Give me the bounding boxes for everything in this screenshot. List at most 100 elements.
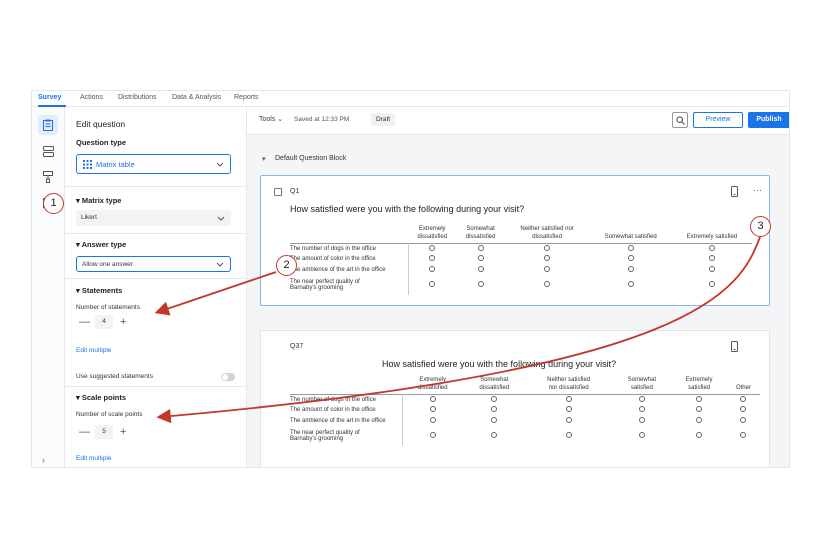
question-type-select[interactable]: Matrix table <box>76 154 231 174</box>
tab-reports[interactable]: Reports <box>234 94 259 101</box>
radio-button[interactable] <box>491 432 498 438</box>
radio-button[interactable] <box>429 245 436 251</box>
question-text[interactable]: How satisfied were you with the followin… <box>382 359 616 369</box>
radio-button[interactable] <box>638 432 645 438</box>
radio-button[interactable] <box>708 245 715 251</box>
radio-button[interactable] <box>429 265 436 272</box>
radio-button[interactable] <box>477 281 484 287</box>
scale-points-count[interactable]: 5 <box>95 425 113 439</box>
scale-column-header[interactable]: Neither satisfied nor dissatisfied <box>525 375 612 395</box>
radio-button[interactable] <box>708 281 715 287</box>
statement-label[interactable]: The amount of color in the office <box>290 254 409 265</box>
radio-button[interactable] <box>430 406 436 413</box>
publish-button[interactable]: Publish <box>748 112 789 128</box>
edit-multiple-scale-link[interactable]: Edit multiple <box>76 455 111 462</box>
radio-button[interactable] <box>491 396 498 402</box>
tools-menu-button[interactable]: Tools ⌄ <box>259 115 283 123</box>
radio-button[interactable] <box>696 416 703 423</box>
scale-column-header[interactable]: Neither satisfied nor dissatisfied <box>505 224 590 244</box>
radio-button[interactable] <box>708 265 715 272</box>
survey-icon[interactable] <box>38 115 58 135</box>
radio-button[interactable] <box>740 406 747 413</box>
answer-type-label: ▾ Answer type <box>76 240 127 249</box>
statement-label[interactable]: The near perfect quality of Barnaby's gro… <box>290 426 403 446</box>
radio-button[interactable] <box>565 396 572 402</box>
radio-button[interactable] <box>491 416 498 423</box>
radio-button[interactable] <box>565 406 572 413</box>
radio-button[interactable] <box>544 281 551 287</box>
statement-row: The amount of color in the office <box>290 254 752 265</box>
statement-label[interactable]: The number of dogs in the office <box>290 243 409 254</box>
search-button[interactable] <box>672 112 688 128</box>
scale-column-header[interactable]: Extremely satisfied <box>672 224 752 244</box>
radio-button[interactable] <box>696 432 703 438</box>
radio-button[interactable] <box>544 245 551 251</box>
mobile-icon[interactable] <box>731 186 738 197</box>
radio-button[interactable] <box>565 416 572 423</box>
radio-button[interactable] <box>638 406 645 413</box>
radio-button[interactable] <box>708 255 715 262</box>
answer-type-select[interactable]: Allow one answer <box>76 256 231 272</box>
tab-actions[interactable]: Actions <box>80 94 103 101</box>
radio-button[interactable] <box>740 432 747 438</box>
statements-count[interactable]: 4 <box>95 315 113 329</box>
radio-button[interactable] <box>696 406 703 413</box>
use-suggested-toggle[interactable] <box>221 373 235 381</box>
radio-button[interactable] <box>740 416 747 423</box>
statement-label[interactable]: The number of dogs in the office <box>290 394 403 405</box>
mobile-icon[interactable] <box>731 341 738 352</box>
radio-button[interactable] <box>491 406 498 413</box>
edit-multiple-statements-link[interactable]: Edit multiple <box>76 347 111 354</box>
statement-label[interactable]: The ambience of the art in the office <box>290 264 409 275</box>
question-card-q37[interactable]: Q37 How satisfied were you with the foll… <box>260 330 770 467</box>
scale-column-header[interactable]: Other <box>727 375 760 395</box>
question-text[interactable]: How satisfied were you with the followin… <box>290 204 524 214</box>
more-icon[interactable]: ··· <box>753 185 762 195</box>
radio-button[interactable] <box>430 396 436 402</box>
collapse-block-icon[interactable]: ▾ <box>262 155 266 163</box>
tab-data-analysis[interactable]: Data & Analysis <box>172 94 221 101</box>
statement-label[interactable]: The amount of color in the office <box>290 405 403 416</box>
radio-button[interactable] <box>627 265 634 272</box>
radio-button[interactable] <box>638 396 645 402</box>
workflow-icon[interactable] <box>38 141 58 161</box>
radio-button[interactable] <box>429 255 436 262</box>
radio-button[interactable] <box>477 245 484 251</box>
scale-column-header[interactable]: Somewhat dissatisfied <box>464 375 526 395</box>
radio-button[interactable] <box>430 416 436 423</box>
radio-button[interactable] <box>627 281 634 287</box>
expand-rail-icon[interactable]: › <box>42 455 45 465</box>
increment-statements-button[interactable]: + <box>120 315 126 329</box>
statement-label[interactable]: The near perfect quality of Barnaby's gro… <box>290 275 409 295</box>
tab-survey[interactable]: Survey <box>38 94 61 101</box>
scale-column-header[interactable]: Extremely dissatisfied <box>402 375 464 395</box>
radio-button[interactable] <box>429 281 436 287</box>
matrix-type-select[interactable]: Likert <box>76 210 231 226</box>
radio-button[interactable] <box>565 432 572 438</box>
select-question-checkbox[interactable] <box>274 188 282 196</box>
question-card-q1[interactable]: Q1 How satisfied were you with the follo… <box>260 175 770 306</box>
decrement-statements-button[interactable]: — <box>79 315 90 329</box>
scale-column-header[interactable]: Somewhat satisfied <box>612 375 671 395</box>
increment-scale-button[interactable]: + <box>120 425 126 439</box>
matrix-type-label-text: Matrix type <box>81 196 122 205</box>
radio-button[interactable] <box>627 245 634 251</box>
paint-icon[interactable] <box>38 167 58 187</box>
radio-button[interactable] <box>477 265 484 272</box>
radio-button[interactable] <box>477 255 484 262</box>
radio-button[interactable] <box>430 432 436 438</box>
statement-label[interactable]: The ambience of the art in the office <box>290 415 403 426</box>
scale-column-header[interactable]: Extremely dissatisfied <box>408 224 456 244</box>
radio-button[interactable] <box>544 255 551 262</box>
radio-button[interactable] <box>740 396 747 402</box>
scale-column-header[interactable]: Extremely satisfied <box>671 375 727 395</box>
decrement-scale-button[interactable]: — <box>79 425 90 439</box>
scale-column-header[interactable]: Somewhat dissatisfied <box>456 224 504 244</box>
radio-button[interactable] <box>627 255 634 262</box>
tab-distributions[interactable]: Distributions <box>118 94 157 101</box>
preview-button[interactable]: Preview <box>693 112 743 128</box>
radio-button[interactable] <box>544 265 551 272</box>
radio-button[interactable] <box>638 416 645 423</box>
scale-column-header[interactable]: Somewhat satisfied <box>589 224 672 244</box>
radio-button[interactable] <box>696 396 703 402</box>
